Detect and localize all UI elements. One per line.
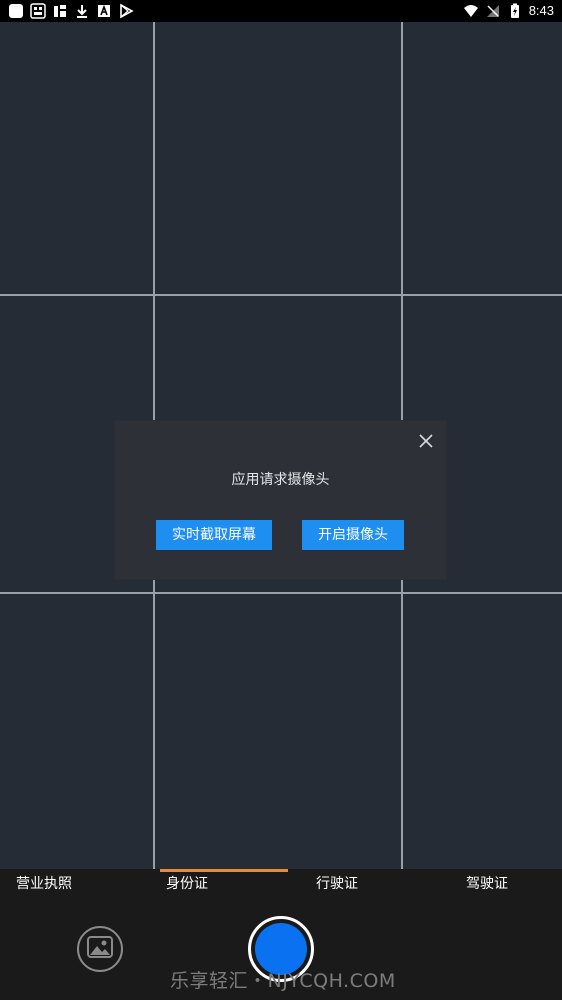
camera-permission-dialog: 应用请求摄像头 实时截取屏幕 开启摄像头 [115, 421, 446, 579]
wifi-icon [463, 3, 479, 19]
download-icon [74, 3, 90, 19]
status-bar: 8:43 [0, 0, 562, 22]
no-signal-icon [485, 3, 501, 19]
tab-business-license[interactable]: 营业执照 [16, 869, 72, 899]
status-time: 8:43 [528, 3, 554, 18]
dialog-message: 应用请求摄像头 [231, 472, 330, 488]
camera-controls: 乐享轻汇・NJYCQH.COM [0, 899, 562, 1000]
tab-id-card[interactable]: 身份证 [166, 869, 208, 899]
news-app-icon [30, 3, 46, 19]
grid-line-horizontal-bottom [0, 592, 562, 594]
image-icon [87, 936, 113, 962]
open-camera-button[interactable]: 开启摄像头 [302, 520, 404, 550]
close-icon[interactable] [418, 433, 434, 449]
app-square-icon [8, 3, 24, 19]
grid-line-horizontal-top [0, 294, 562, 296]
document-type-tabs: 营业执照 身份证 行驶证 驾驶证 [0, 869, 562, 899]
status-bar-right: 8:43 [463, 2, 554, 20]
tab-vehicle-license[interactable]: 行驶证 [316, 869, 358, 899]
screen-capture-button[interactable]: 实时截取屏幕 [156, 520, 272, 550]
explosion-app-icon [52, 3, 68, 19]
watermark-text: 乐享轻汇・NJYCQH.COM [170, 970, 396, 992]
font-app-icon [96, 3, 112, 19]
tab-driver-license[interactable]: 驾驶证 [466, 869, 508, 899]
gallery-button[interactable] [77, 926, 123, 972]
play-store-icon [118, 3, 134, 19]
status-bar-left [8, 3, 134, 19]
battery-charging-icon [507, 3, 523, 19]
